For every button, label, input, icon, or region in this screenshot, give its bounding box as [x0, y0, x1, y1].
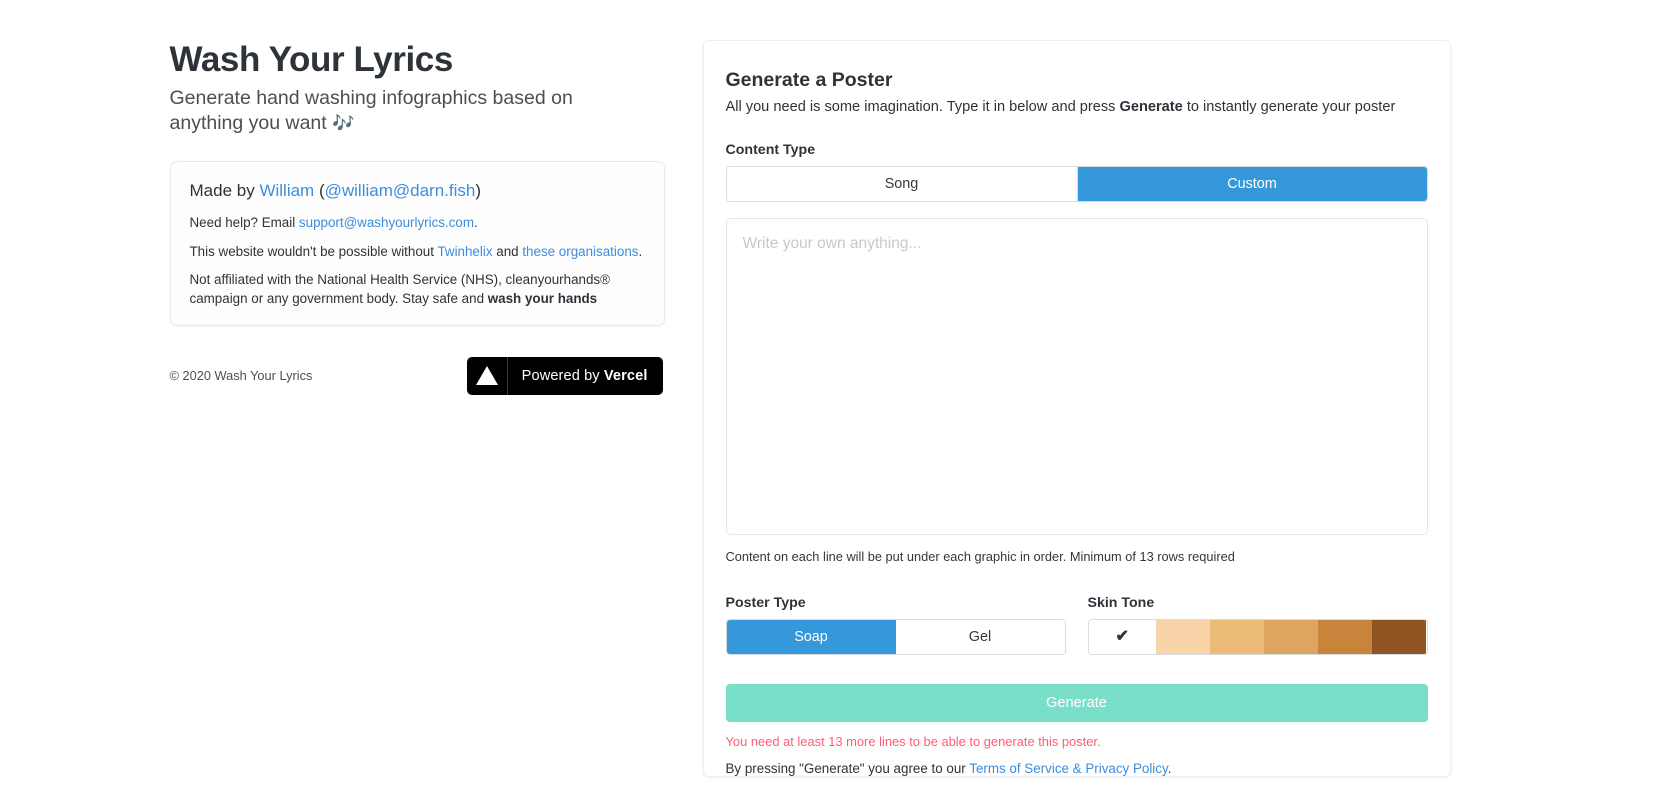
panel-subtitle-bold: Generate	[1119, 99, 1183, 115]
vercel-prefix: Powered by	[521, 367, 604, 384]
organisations-link[interactable]: these organisations	[522, 244, 638, 259]
panel-title: Generate a Poster	[725, 69, 893, 91]
lyrics-textarea[interactable]	[725, 217, 1428, 535]
generate-button[interactable]: Generate	[725, 683, 1428, 722]
thanks-line: This website wouldn't be possible withou…	[190, 242, 645, 261]
poster-type-group: Poster Type Soap Gel	[725, 594, 1066, 655]
author-link[interactable]: William	[259, 181, 314, 200]
support-email-link[interactable]: support@washyourlyrics.com	[299, 215, 474, 230]
thanks-suffix: .	[638, 243, 643, 259]
poster-type-label: Poster Type	[725, 594, 806, 611]
left-column: Wash Your Lyrics Generate hand washing i…	[168, 40, 695, 791]
thanks-prefix: This website wouldn't be possible withou…	[189, 243, 438, 259]
page-tagline: Generate hand washing infographics based…	[170, 86, 640, 135]
content-type-option-custom[interactable]: Custom	[1076, 166, 1427, 201]
skin-tone-swatches[interactable]: ✔	[1087, 618, 1428, 655]
skin-tone-label: Skin Tone	[1087, 594, 1155, 611]
made-by-open-paren: (	[314, 181, 325, 201]
vercel-badge-label: Powered by Vercel	[508, 368, 663, 384]
terms-line: By pressing "Generate" you agree to our …	[726, 761, 1428, 776]
check-icon: ✔	[1115, 627, 1129, 645]
copyright-text: © 2020 Wash Your Lyrics	[169, 368, 313, 384]
disclaimer-line: Not affiliated with the National Health …	[190, 270, 645, 308]
tagline-text: Generate hand washing infographics based…	[169, 87, 573, 134]
skin-tone-swatch-4[interactable]	[1318, 619, 1373, 654]
content-type-option-song[interactable]: Song	[726, 166, 1077, 201]
page-title: Wash Your Lyrics	[169, 40, 454, 79]
made-by-line: Made by William (@william@darn.fish)	[190, 180, 645, 202]
page-root: Wash Your Lyrics Generate hand washing i…	[0, 0, 1680, 791]
terms-of-service-link[interactable]: Terms of Service & Privacy Policy	[969, 761, 1167, 776]
poster-type-option-gel[interactable]: Gel	[895, 619, 1065, 654]
help-line: Need help? Email support@washyourlyrics.…	[190, 213, 645, 232]
options-row: Poster Type Soap Gel Skin Tone ✔	[725, 594, 1428, 655]
skin-tone-group: Skin Tone ✔	[1087, 594, 1428, 655]
main-layout: Wash Your Lyrics Generate hand washing i…	[168, 0, 1513, 791]
vercel-brand: Vercel	[603, 367, 648, 384]
panel-subtitle-part2: to instantly generate your poster	[1182, 99, 1396, 115]
generate-warning-text: You need at least 13 more lines to be ab…	[725, 733, 1101, 749]
skin-tone-swatch-2[interactable]	[1210, 619, 1265, 654]
wash-your-hands-text: wash your hands	[487, 290, 598, 306]
content-type-toggle[interactable]: Song Custom	[725, 165, 1428, 202]
skin-tone-swatch-3[interactable]	[1264, 619, 1319, 654]
lyrics-helper-text: Content on each line will be put under e…	[725, 548, 1235, 564]
powered-by-vercel-badge[interactable]: Powered by Vercel	[466, 356, 663, 395]
right-column: Generate a Poster All you need is some i…	[702, 40, 1451, 791]
help-prefix: Need help? Email	[189, 215, 299, 231]
twinhelix-link[interactable]: Twinhelix	[437, 244, 492, 259]
skin-tone-swatch-0[interactable]: ✔	[1088, 619, 1156, 654]
skin-tone-swatch-5[interactable]	[1372, 619, 1427, 654]
help-suffix: .	[474, 215, 478, 231]
made-by-prefix: Made by	[189, 181, 260, 201]
panel-subtitle: All you need is some imagination. Type i…	[726, 98, 1428, 118]
panel-subtitle-part1: All you need is some imagination. Type i…	[725, 99, 1120, 115]
footer-row: © 2020 Wash Your Lyrics Powered by Verce…	[170, 355, 665, 397]
skin-tone-swatch-1[interactable]	[1156, 619, 1211, 654]
music-notes-icon: 🎶	[332, 112, 354, 133]
thanks-mid: and	[492, 243, 523, 259]
generate-poster-panel: Generate a Poster All you need is some i…	[702, 40, 1451, 777]
content-type-label: Content Type	[725, 141, 816, 158]
made-by-close-paren: )	[475, 181, 481, 201]
terms-suffix: .	[1167, 760, 1172, 776]
author-handle-link[interactable]: @william@darn.fish	[325, 181, 476, 200]
poster-type-toggle[interactable]: Soap Gel	[725, 618, 1066, 655]
terms-prefix: By pressing "Generate" you agree to our	[725, 760, 970, 776]
info-card: Made by William (@william@darn.fish) Nee…	[169, 161, 665, 326]
vercel-triangle-icon	[467, 356, 508, 395]
poster-type-option-soap[interactable]: Soap	[726, 619, 896, 654]
